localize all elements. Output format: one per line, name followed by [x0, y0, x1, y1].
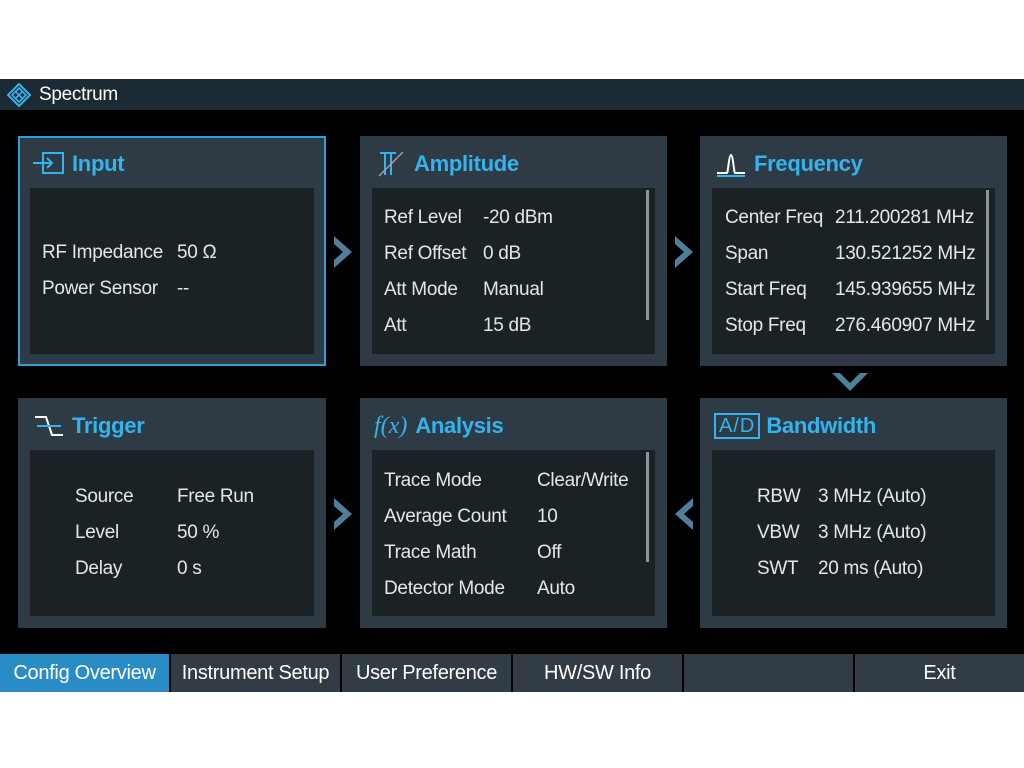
trigger-panel-title: Trigger [72, 413, 145, 438]
frequency-panel[interactable]: Frequency Center Freq 211.200281 MHz Spa… [700, 136, 1007, 366]
setting-label: Start Freq [725, 279, 807, 300]
analysis-panel-header: f(x) Analysis [374, 408, 504, 444]
analysis-panel-title: Analysis [415, 413, 504, 438]
input-panel-body: RF Impedance 50 Ω Power Sensor -- [30, 188, 314, 354]
setting-label: Delay [75, 558, 123, 579]
function-icon: f(x) [374, 411, 407, 441]
setting-value: 145.939655 MHz [835, 279, 976, 300]
amplitude-panel-header: Amplitude [374, 146, 519, 182]
bandwidth-panel-body: RBW 3 MHz (Auto) VBW 3 MHz (Auto) SWT 20… [712, 450, 995, 616]
setting-label: Stop Freq [725, 315, 806, 336]
rohde-schwarz-logo-icon [7, 82, 31, 107]
bandwidth-panel[interactable]: A/D Bandwidth RBW 3 MHz (Auto) VBW 3 MHz… [700, 398, 1007, 628]
setting-label: Att [384, 315, 407, 336]
analysis-panel[interactable]: f(x) Analysis Trace Mode Clear/Write Ave… [360, 398, 667, 628]
tab-exit[interactable]: Exit [855, 654, 1024, 692]
setting-value: 276.460907 MHz [835, 315, 976, 336]
tab-hw-sw-info[interactable]: HW/SW Info [513, 654, 684, 692]
tab-user-preference[interactable]: User Preference [342, 654, 513, 692]
amplitude-icon [374, 149, 408, 179]
bandwidth-panel-title: Bandwidth [766, 413, 877, 438]
frequency-panel-body: Center Freq 211.200281 MHz Span 130.5212… [712, 188, 995, 354]
setting-label: Ref Level [384, 207, 462, 228]
setting-label: RBW [757, 486, 801, 507]
analysis-panel-body: Trace Mode Clear/Write Average Count 10 … [372, 450, 655, 616]
setting-value: 20 ms (Auto) [818, 558, 924, 579]
amplitude-panel-title: Amplitude [414, 151, 519, 176]
setting-value: 15 dB [483, 315, 532, 336]
setting-value: 3 MHz (Auto) [818, 486, 927, 507]
setting-value: -- [177, 278, 190, 299]
frequency-panel-header: Frequency [714, 146, 863, 182]
chevron-right-icon [334, 236, 352, 268]
setting-label: Span [725, 243, 769, 264]
input-panel-title: Input [72, 151, 125, 176]
setting-value: 0 dB [483, 243, 521, 264]
trigger-panel[interactable]: Trigger Source Free Run Level 50 % Delay… [18, 398, 326, 628]
chevron-down-icon [832, 373, 868, 391]
setting-value: Off [537, 542, 562, 563]
chevron-right-icon [675, 236, 693, 268]
spectrum-app: Spectrum Input RF Impedance 50 Ω Power S… [0, 79, 1024, 692]
setting-label: Trace Mode [384, 470, 482, 491]
setting-value: 0 s [177, 558, 202, 579]
bandwidth-panel-header: A/D Bandwidth [714, 408, 876, 444]
window-title: Spectrum [39, 83, 118, 105]
setting-value: 50 % [177, 522, 220, 543]
setting-label: Level [75, 522, 119, 543]
title-bar: Spectrum [0, 79, 1024, 110]
setting-label: Average Count [384, 506, 507, 527]
setting-label: VBW [757, 522, 800, 543]
scrollbar[interactable] [646, 452, 649, 562]
setting-label: Power Sensor [42, 278, 158, 299]
setting-label: Att Mode [384, 279, 458, 300]
trigger-icon [32, 411, 66, 441]
frequency-icon [714, 149, 748, 179]
input-icon [32, 149, 66, 179]
setting-label: SWT [757, 558, 799, 579]
frequency-panel-title: Frequency [754, 151, 863, 176]
chevron-right-icon [334, 498, 352, 530]
setting-value: 50 Ω [177, 242, 217, 263]
tab-instrument-setup[interactable]: Instrument Setup [171, 654, 342, 692]
trigger-panel-body: Source Free Run Level 50 % Delay 0 s [30, 450, 314, 616]
setting-value: -20 dBm [483, 207, 553, 228]
setting-value: 3 MHz (Auto) [818, 522, 927, 543]
scrollbar[interactable] [986, 190, 989, 320]
setting-label: Source [75, 486, 134, 507]
bandwidth-icon-text: A/D [714, 413, 761, 439]
input-panel-header: Input [32, 146, 125, 182]
bottom-tab-bar: Config Overview Instrument Setup User Pr… [0, 654, 1024, 692]
setting-value: Clear/Write [537, 470, 629, 491]
setting-label: Trace Math [384, 542, 477, 563]
trigger-panel-header: Trigger [32, 408, 145, 444]
setting-value: Manual [483, 279, 544, 300]
tab-empty[interactable] [684, 654, 855, 692]
setting-value: Free Run [177, 486, 254, 507]
bandwidth-icon: A/D [714, 411, 761, 441]
setting-label: Detector Mode [384, 578, 505, 599]
amplitude-panel-body: Ref Level -20 dBm Ref Offset 0 dB Att Mo… [372, 188, 655, 354]
tab-config-overview[interactable]: Config Overview [0, 654, 171, 692]
input-panel[interactable]: Input RF Impedance 50 Ω Power Sensor -- [18, 136, 326, 366]
amplitude-panel[interactable]: Amplitude Ref Level -20 dBm Ref Offset 0… [360, 136, 667, 366]
setting-value: Auto [537, 578, 575, 599]
setting-label: RF Impedance [42, 242, 164, 263]
chevron-left-icon [675, 498, 693, 530]
setting-value: 130.521252 MHz [835, 243, 976, 264]
function-icon-text: f(x) [374, 412, 408, 439]
setting-value: 10 [537, 506, 558, 527]
setting-value: 211.200281 MHz [835, 207, 975, 228]
scrollbar[interactable] [646, 190, 649, 320]
setting-label: Center Freq [725, 207, 824, 228]
setting-label: Ref Offset [384, 243, 467, 264]
